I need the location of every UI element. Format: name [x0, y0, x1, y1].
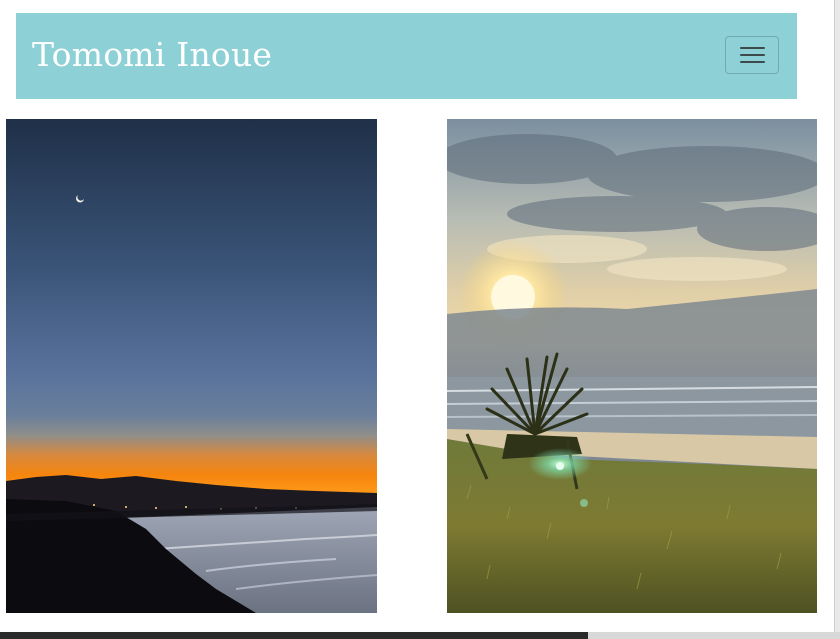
- window-edge-bottom-light: [588, 632, 840, 639]
- sunrise-beach-photo[interactable]: [447, 119, 817, 613]
- brand-title[interactable]: Tomomi Inoue: [32, 33, 272, 77]
- menu-toggle-button[interactable]: [725, 36, 779, 74]
- navbar: Tomomi Inoue: [16, 13, 797, 99]
- hamburger-menu-icon-bar: [740, 54, 765, 56]
- hamburger-menu-icon-bar: [740, 61, 765, 63]
- twilight-coast-photo[interactable]: [6, 119, 377, 613]
- window-edge-right: [834, 0, 840, 639]
- hamburger-menu-icon: [740, 47, 765, 49]
- window-edge-bottom: [0, 632, 840, 639]
